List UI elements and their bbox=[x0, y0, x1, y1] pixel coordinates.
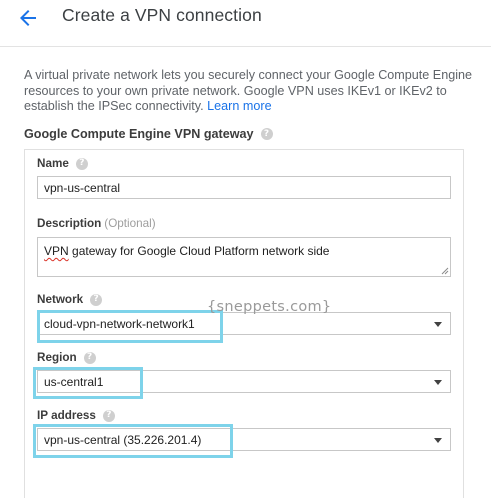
description-textarea[interactable]: VPN gateway for Google Cloud Platform ne… bbox=[37, 237, 451, 277]
gateway-section-label: Google Compute Engine VPN gateway bbox=[24, 127, 254, 141]
watermark: {sneppets.com} bbox=[207, 299, 332, 315]
description-label-text: Description bbox=[37, 217, 102, 230]
back-button[interactable] bbox=[16, 6, 40, 30]
intro-paragraph: A virtual private network lets you secur… bbox=[24, 68, 476, 115]
chevron-down-icon bbox=[434, 438, 442, 443]
chevron-down-icon bbox=[434, 322, 442, 327]
help-icon[interactable]: ? bbox=[90, 293, 103, 306]
name-input[interactable]: vpn-us-central bbox=[37, 176, 451, 199]
help-icon[interactable]: ? bbox=[102, 409, 115, 422]
network-value: cloud-vpn-network-network1 bbox=[44, 317, 195, 331]
ip-address-label-text: IP address bbox=[37, 409, 96, 422]
chevron-down-icon bbox=[434, 380, 442, 385]
help-icon[interactable]: ? bbox=[83, 351, 96, 364]
resize-grip-icon[interactable] bbox=[441, 267, 449, 275]
ip-address-select[interactable]: vpn-us-central (35.226.201.4) bbox=[37, 428, 451, 451]
help-icon[interactable]: ? bbox=[260, 128, 273, 140]
name-label: Name ? bbox=[37, 157, 88, 170]
ip-address-label: IP address ? bbox=[37, 409, 115, 422]
region-label-text: Region bbox=[37, 351, 77, 364]
region-label: Region ? bbox=[37, 351, 96, 364]
ip-address-value: vpn-us-central (35.226.201.4) bbox=[44, 433, 202, 447]
name-label-text: Name bbox=[37, 157, 69, 170]
page-header: Create a VPN connection bbox=[0, 0, 491, 47]
network-label-text: Network bbox=[37, 293, 84, 306]
gateway-section-title: Google Compute Engine VPN gateway ? bbox=[24, 127, 273, 141]
arrow-back-icon bbox=[20, 10, 36, 26]
optional-tag: (Optional) bbox=[104, 217, 156, 230]
spellcheck-flagged-word: VPN bbox=[44, 244, 69, 258]
page-title: Create a VPN connection bbox=[62, 5, 262, 25]
network-select[interactable]: cloud-vpn-network-network1 bbox=[37, 312, 451, 335]
description-value: gateway for Google Cloud Platform networ… bbox=[68, 244, 330, 258]
region-select[interactable]: us-central1 bbox=[37, 370, 451, 393]
learn-more-link[interactable]: Learn more bbox=[207, 99, 271, 113]
description-label: Description (Optional) bbox=[37, 217, 156, 230]
network-label: Network ? bbox=[37, 293, 103, 306]
region-value: us-central1 bbox=[44, 375, 104, 389]
help-icon[interactable]: ? bbox=[75, 157, 88, 170]
